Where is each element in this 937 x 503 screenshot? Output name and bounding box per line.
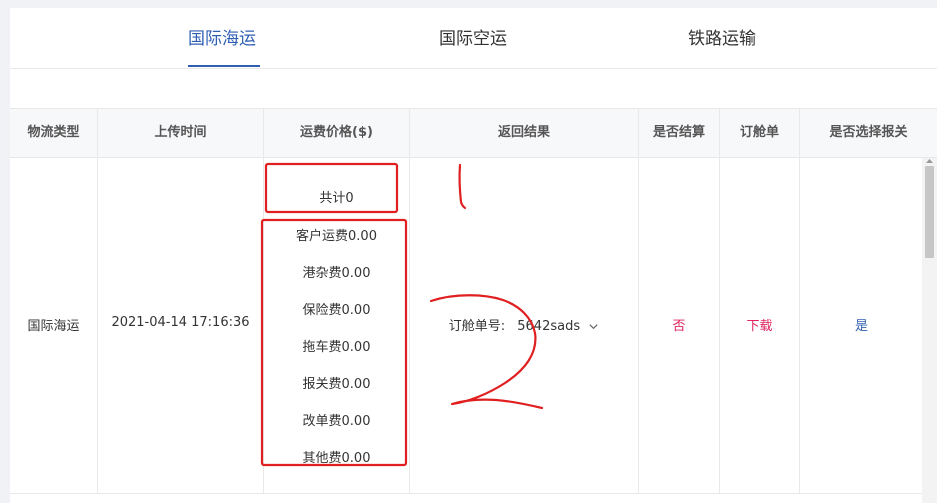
cell-freight-price: 共计0 客户运费0.00 港杂费0.00 保险费0.00 拖车费0.00 报关费… — [264, 157, 410, 493]
tab-air-freight[interactable]: 国际空运 — [439, 28, 507, 50]
upload-time-value: 2021-04-14 17:16:36 — [111, 315, 250, 330]
tab-railway[interactable]: 铁路运输 — [688, 28, 756, 50]
cell-upload-time: 2021-04-14 17:16:36 — [98, 157, 264, 493]
fee-trucking: 拖车费0.00 — [302, 340, 371, 355]
fee-customs-declaration: 报关费0.00 — [302, 377, 371, 392]
scroll-up-arrow-icon[interactable] — [925, 158, 934, 164]
header-result: 返回结果 — [410, 109, 639, 157]
fee-total: 共计0 — [319, 191, 354, 206]
header-upload-time: 上传时间 — [98, 109, 264, 157]
download-link[interactable]: 下载 — [720, 315, 799, 334]
header-settled: 是否结算 — [639, 109, 720, 157]
cell-logistics-type: 国际海运 — [10, 157, 98, 493]
header-booking-doc: 订舱单 — [720, 109, 800, 157]
header-freight-price: 运费价格($) — [264, 109, 410, 157]
header-customs: 是否选择报关 — [829, 125, 908, 140]
fee-amendment: 改单费0.00 — [302, 414, 371, 429]
logistics-type-value: 国际海运 — [27, 319, 80, 334]
tab-sea-freight[interactable]: 国际海运 — [188, 28, 256, 50]
vertical-scrollbar[interactable] — [922, 158, 937, 503]
cell-settled: 否 — [639, 157, 720, 493]
orders-table: 物流类型 上传时间 运费价格($) 返回结果 是否结算 订舱单 是否选择报关 国… — [10, 108, 937, 503]
transport-tabs: 国际海运 国际空运 铁路运输 — [10, 8, 937, 69]
booking-number-value: 5642sads — [517, 319, 581, 334]
settled-value: 否 — [672, 319, 686, 334]
table-row: 国际海运 2021-04-14 17:16:36 共计0 客户运费0.00 港杂… — [10, 157, 937, 494]
cell-result: 订舱单号: 5642sads — [410, 157, 639, 493]
fee-customer-freight: 客户运费0.00 — [296, 229, 377, 244]
fee-insurance: 保险费0.00 — [302, 303, 371, 318]
cell-booking-doc: 下载 — [720, 157, 800, 493]
header-logistics-type: 物流类型 — [10, 109, 98, 157]
chevron-down-icon — [589, 324, 598, 330]
scrollbar-thumb[interactable] — [925, 166, 934, 258]
table-header: 物流类型 上传时间 运费价格($) 返回结果 是否结算 订舱单 是否选择报关 — [10, 109, 937, 158]
active-tab-indicator — [188, 65, 260, 67]
fee-other: 其他费0.00 — [302, 451, 371, 466]
booking-number-label: 订舱单号: — [448, 319, 506, 334]
fee-port-misc: 港杂费0.00 — [302, 266, 371, 281]
booking-number-dropdown[interactable]: 订舱单号: 5642sads — [410, 315, 638, 334]
content-panel: 国际海运 国际空运 铁路运输 物流类型 上传时间 运费价格($) 返回结果 是否… — [10, 8, 937, 503]
cell-customs: 是 — [800, 157, 937, 493]
customs-value: 是 — [854, 319, 868, 334]
